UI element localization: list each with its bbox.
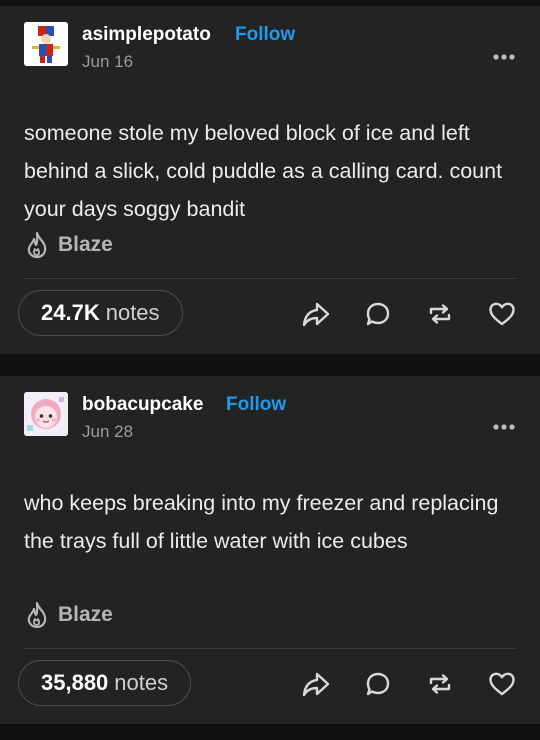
notes-button[interactable]: 24.7K notes	[18, 290, 183, 336]
more-options-icon[interactable]	[492, 418, 516, 430]
post-card: bobacupcake Follow Jun 28 who keeps brea…	[0, 376, 540, 724]
avatar[interactable]	[24, 392, 68, 436]
reblog-icon[interactable]	[426, 670, 454, 698]
post-header: asimplepotato Follow Jun 16	[24, 22, 516, 72]
follow-button[interactable]: Follow	[226, 394, 286, 416]
share-icon[interactable]	[302, 300, 330, 328]
notes-count: 35,880	[41, 670, 109, 695]
blaze-label: Blaze	[58, 233, 113, 256]
share-icon[interactable]	[302, 670, 330, 698]
post-text: who keeps breaking into my freezer and r…	[24, 491, 499, 553]
post-date: Jun 16	[82, 52, 134, 71]
heart-icon[interactable]	[488, 300, 516, 328]
post-actions	[302, 300, 516, 328]
notes-label: notes	[105, 300, 160, 325]
reply-icon[interactable]	[364, 300, 392, 328]
post-header: bobacupcake Follow Jun 28	[24, 392, 516, 442]
flame-icon	[27, 231, 47, 259]
reblog-icon[interactable]	[426, 300, 454, 328]
heart-icon[interactable]	[488, 670, 516, 698]
flame-icon	[27, 601, 47, 629]
blaze-button[interactable]: Blaze	[24, 230, 113, 260]
post-text: someone stole my beloved block of ice an…	[24, 121, 503, 221]
notes-count: 24.7K	[41, 300, 100, 325]
divider	[24, 648, 516, 649]
blaze-label: Blaze	[58, 603, 113, 626]
notes-button[interactable]: 35,880 notes	[18, 660, 192, 706]
avatar[interactable]	[24, 22, 68, 66]
username[interactable]: asimplepotato	[82, 24, 211, 46]
blaze-button[interactable]: Blaze	[24, 600, 113, 630]
username[interactable]: bobacupcake	[82, 394, 203, 416]
follow-button[interactable]: Follow	[235, 24, 295, 46]
post-card: asimplepotato Follow Jun 16 someone stol…	[0, 6, 540, 354]
post-date: Jun 28	[82, 422, 134, 441]
post-actions	[302, 670, 516, 698]
reply-icon[interactable]	[364, 670, 392, 698]
divider	[24, 278, 516, 279]
more-options-icon[interactable]	[492, 48, 516, 60]
notes-label: notes	[114, 670, 169, 695]
